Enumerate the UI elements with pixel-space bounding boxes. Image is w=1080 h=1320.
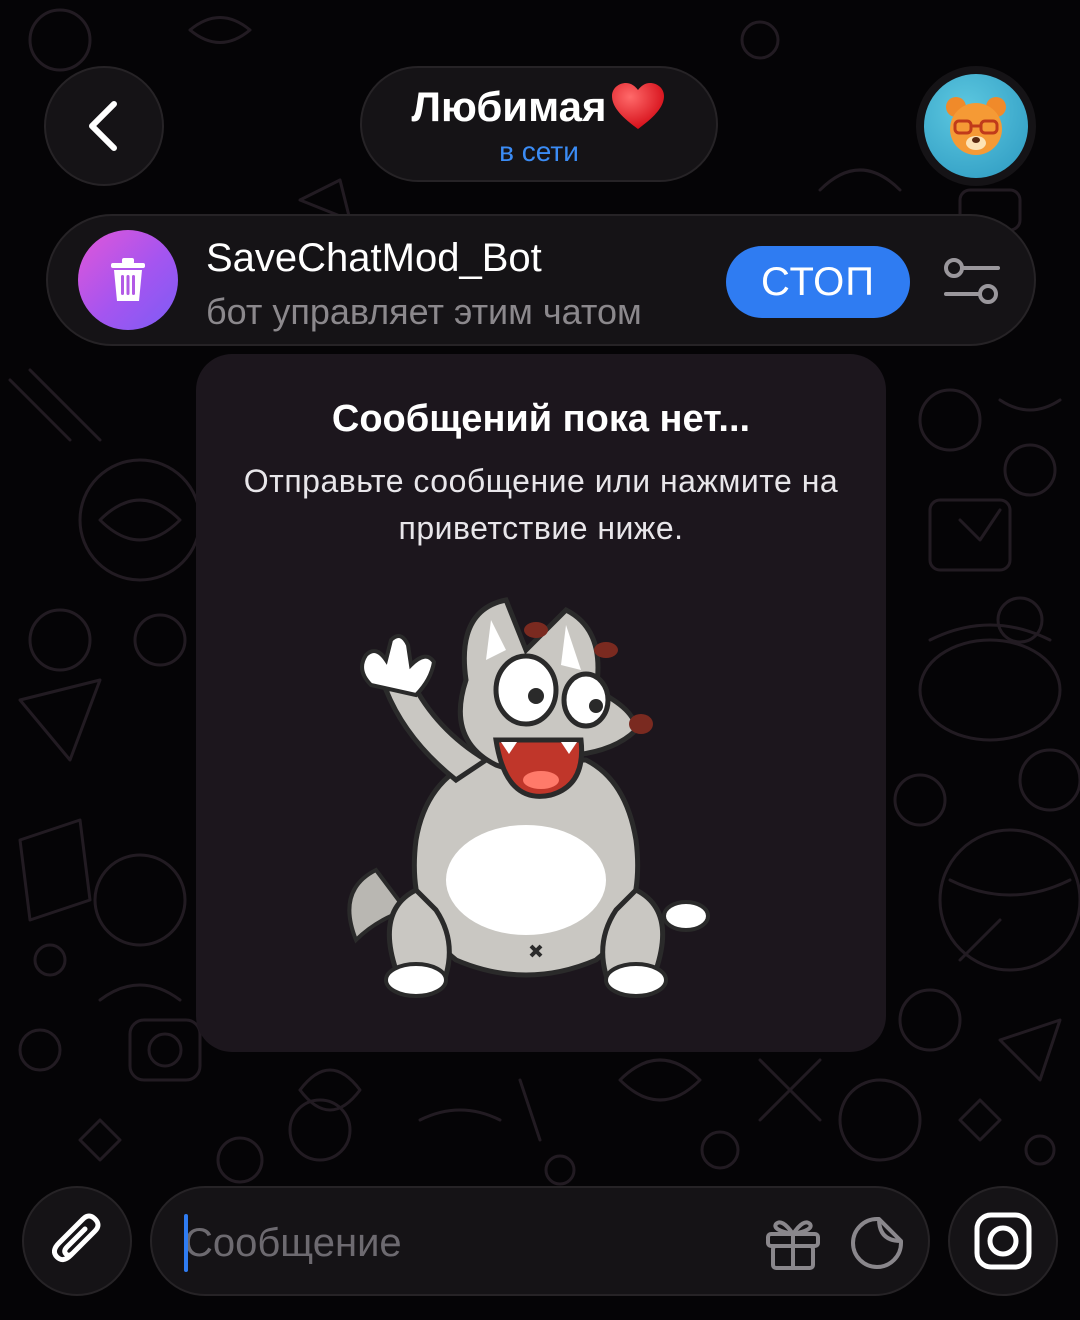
stop-button[interactable]: СТОП [726,246,910,318]
message-input[interactable] [184,1208,744,1278]
paperclip-icon [51,1213,101,1263]
chat-title: Любимая [411,83,607,130]
chat-status: в сети [499,136,579,167]
gift-icon [766,1220,820,1270]
empty-state-card: Сообщений пока нет... Отправьте сообщени… [196,354,886,1052]
chevron-left-icon [89,101,117,151]
gift-button[interactable] [758,1208,828,1278]
bot-bar: SaveChatMod_Bot бот управляет этим чатом… [46,214,1036,346]
sticker-button[interactable] [842,1208,912,1278]
empty-state-title: Сообщений пока нет... [331,398,751,440]
waving-wolf-sticker[interactable] [336,590,716,1000]
chat-title-pill[interactable]: Любимая в сети [360,66,718,182]
bot-description: бот управляет этим чатом [206,291,642,332]
avatar[interactable] [916,66,1036,186]
attach-button[interactable] [22,1186,132,1296]
bear-avatar-icon [946,97,1006,155]
bot-avatar[interactable] [78,230,178,330]
heart-icon [612,83,665,129]
sliders-icon [944,258,1000,304]
trash-icon [111,258,145,301]
back-button[interactable] [44,66,164,186]
message-box [150,1186,930,1296]
bot-settings-button[interactable] [936,252,1008,312]
sticker-icon [851,1217,903,1269]
text-caret [184,1214,188,1272]
bot-name: SaveChatMod_Bot [206,236,542,280]
camera-button[interactable] [948,1186,1058,1296]
empty-state-text: Отправьте сообщение или нажмите на приве… [243,463,839,546]
camera-icon [974,1212,1032,1270]
